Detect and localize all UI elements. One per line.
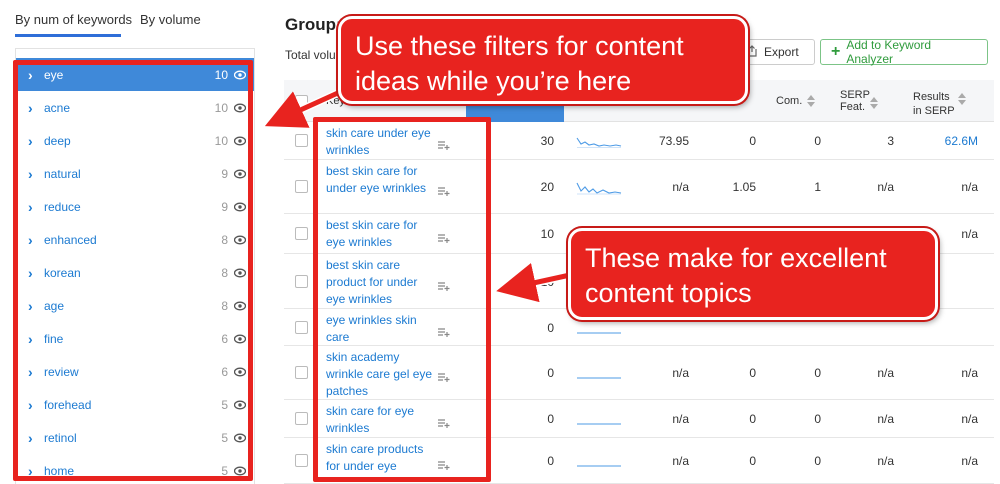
arrow-to-keywords-line: [496, 263, 571, 303]
topics-callout: These make for excellent content topics: [568, 228, 938, 320]
arrow-to-filters-line: [264, 89, 342, 128]
filters-callout: Use these filters for content ideas whil…: [338, 16, 748, 104]
